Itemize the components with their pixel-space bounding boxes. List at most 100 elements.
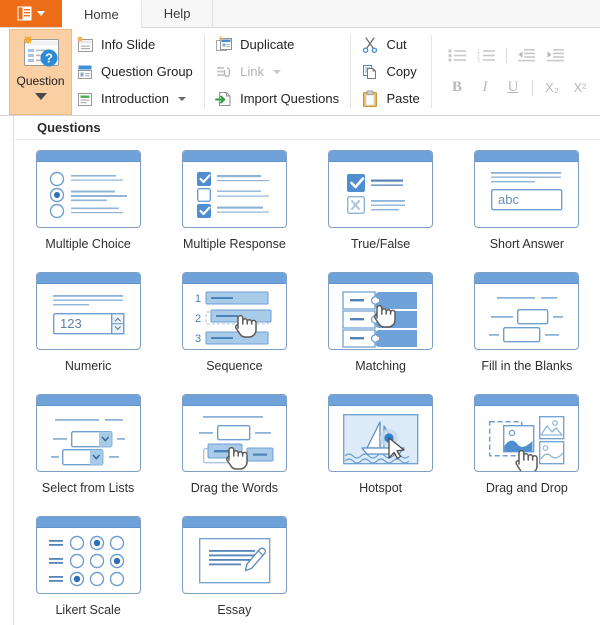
paste-label: Paste [386, 91, 420, 106]
chevron-down-icon[interactable] [272, 69, 281, 74]
question-type-essay[interactable]: Essay [181, 516, 287, 625]
essay-icon [181, 516, 287, 594]
multiple-response-icon [181, 150, 287, 228]
select-from-lists-icon [35, 394, 141, 472]
question-type-label: Short Answer [489, 237, 565, 251]
paste-button[interactable]: Paste [357, 85, 423, 112]
format-list-row: 123 [442, 43, 589, 69]
short-answer-icon: abc [474, 150, 580, 228]
import-questions-icon [215, 90, 233, 108]
question-type-label: Matching [355, 359, 406, 373]
ribbon-slide-items: Duplicate Link Import Questions [211, 28, 343, 115]
question-type-grid: Multiple Choice Multiple Response True/F… [15, 140, 600, 625]
ribbon-group-clipboard: Cut Copy Paste [350, 28, 430, 115]
duplicate-button[interactable]: Duplicate [211, 31, 343, 58]
superscript-icon[interactable]: X² [571, 80, 589, 95]
sequence-icon: 1 2 3 [181, 272, 287, 350]
question-type-drag-the-words[interactable]: Drag the Words [181, 394, 287, 516]
copy-label: Copy [386, 64, 417, 79]
chevron-down-icon[interactable] [34, 93, 47, 100]
ribbon-group-question: ? Question Info Slide Question Group Int… [0, 28, 204, 115]
info-slide-button[interactable]: Info Slide [72, 31, 197, 58]
ribbon-insert-items: Info Slide Question Group Introduction [72, 28, 197, 115]
ribbon-clipboard-items: Cut Copy Paste [357, 28, 423, 115]
question-type-true-false[interactable]: True/False [328, 150, 434, 272]
link-label: Link [240, 64, 264, 79]
matching-icon [328, 272, 434, 350]
ribbon: ? Question Info Slide Question Group Int… [0, 28, 600, 116]
bold-icon[interactable]: B [448, 79, 466, 96]
question-type-short-answer[interactable]: abc Short Answer [474, 150, 580, 272]
question-type-label: Numeric [64, 359, 112, 373]
link-icon [215, 63, 233, 81]
underline-icon[interactable]: U [504, 79, 522, 96]
sequence-number-1: 1 [195, 293, 201, 305]
question-type-multiple-response[interactable]: Multiple Response [181, 150, 287, 272]
fill-in-the-blanks-icon [474, 272, 580, 350]
numbered-list-icon[interactable]: 123 [477, 48, 496, 63]
format-style-row: B I U X₂ X² [442, 75, 589, 101]
document-menu-icon [17, 6, 32, 21]
question-type-matching[interactable]: Matching [328, 272, 434, 394]
thumb-titlebar [36, 395, 140, 406]
page-title: Questions [15, 116, 600, 140]
question-type-label: Select from Lists [41, 481, 135, 495]
italic-icon[interactable]: I [476, 79, 494, 96]
cut-label: Cut [386, 37, 407, 52]
hotspot-icon [328, 394, 434, 472]
question-type-fill-in-the-blanks[interactable]: Fill in the Blanks [474, 272, 580, 394]
question-type-label: Fill in the Blanks [481, 359, 573, 373]
thumb-titlebar [475, 273, 579, 284]
sequence-number-3: 3 [195, 333, 201, 345]
panel-left-rail [0, 116, 14, 625]
thumb-titlebar [329, 273, 433, 284]
question-type-select-from-lists[interactable]: Select from Lists [35, 394, 141, 516]
short-answer-field-text: abc [498, 192, 519, 207]
thumb-titlebar [182, 395, 286, 406]
decrease-indent-icon[interactable] [517, 48, 536, 63]
true-false-icon [328, 150, 434, 228]
question-type-label: Drag the Words [190, 481, 279, 495]
bulleted-list-icon[interactable] [448, 48, 467, 63]
tab-bar: Home Help [0, 0, 600, 28]
thumb-titlebar [182, 517, 286, 528]
sequence-number-2: 2 [195, 313, 201, 325]
question-slide-icon: ? [18, 35, 64, 71]
question-button[interactable]: ? Question [9, 29, 72, 115]
import-questions-button[interactable]: Import Questions [211, 85, 343, 112]
scissors-icon [361, 36, 379, 54]
question-type-label: Multiple Response [182, 237, 286, 251]
app-menu-button[interactable] [0, 0, 62, 27]
drag-the-words-icon [181, 394, 287, 472]
link-button[interactable]: Link [211, 58, 343, 85]
tab-help[interactable]: Help [141, 0, 214, 27]
svg-text:3: 3 [477, 58, 480, 63]
question-type-likert-scale[interactable]: Likert Scale [35, 516, 141, 625]
increase-indent-icon[interactable] [546, 48, 565, 63]
thumb-titlebar [182, 151, 286, 162]
clipboard-icon [361, 90, 379, 108]
copy-icon [361, 63, 379, 81]
cut-button[interactable]: Cut [357, 31, 423, 58]
question-type-drag-and-drop[interactable]: Drag and Drop [474, 394, 580, 516]
question-type-label: Likert Scale [55, 603, 121, 617]
thumb-titlebar [36, 517, 140, 528]
question-type-numeric[interactable]: 123 Numeric [35, 272, 141, 394]
question-group-button[interactable]: Question Group [72, 58, 197, 85]
chevron-down-icon [37, 11, 45, 16]
tab-home[interactable]: Home [62, 0, 142, 28]
format-divider [506, 48, 508, 63]
multiple-choice-icon [35, 150, 141, 228]
tab-bar-filler [213, 0, 600, 28]
question-type-multiple-choice[interactable]: Multiple Choice [35, 150, 141, 272]
chevron-down-icon[interactable] [177, 96, 186, 101]
question-type-label: Sequence [206, 359, 263, 373]
question-group-label: Question Group [101, 64, 193, 79]
thumb-titlebar [36, 273, 140, 284]
numeric-icon: 123 [35, 272, 141, 350]
copy-button[interactable]: Copy [357, 58, 423, 85]
question-type-sequence[interactable]: 1 2 3 Sequence [181, 272, 287, 394]
subscript-icon[interactable]: X₂ [543, 80, 561, 95]
introduction-button[interactable]: Introduction [72, 85, 197, 112]
question-type-hotspot[interactable]: Hotspot [328, 394, 434, 516]
